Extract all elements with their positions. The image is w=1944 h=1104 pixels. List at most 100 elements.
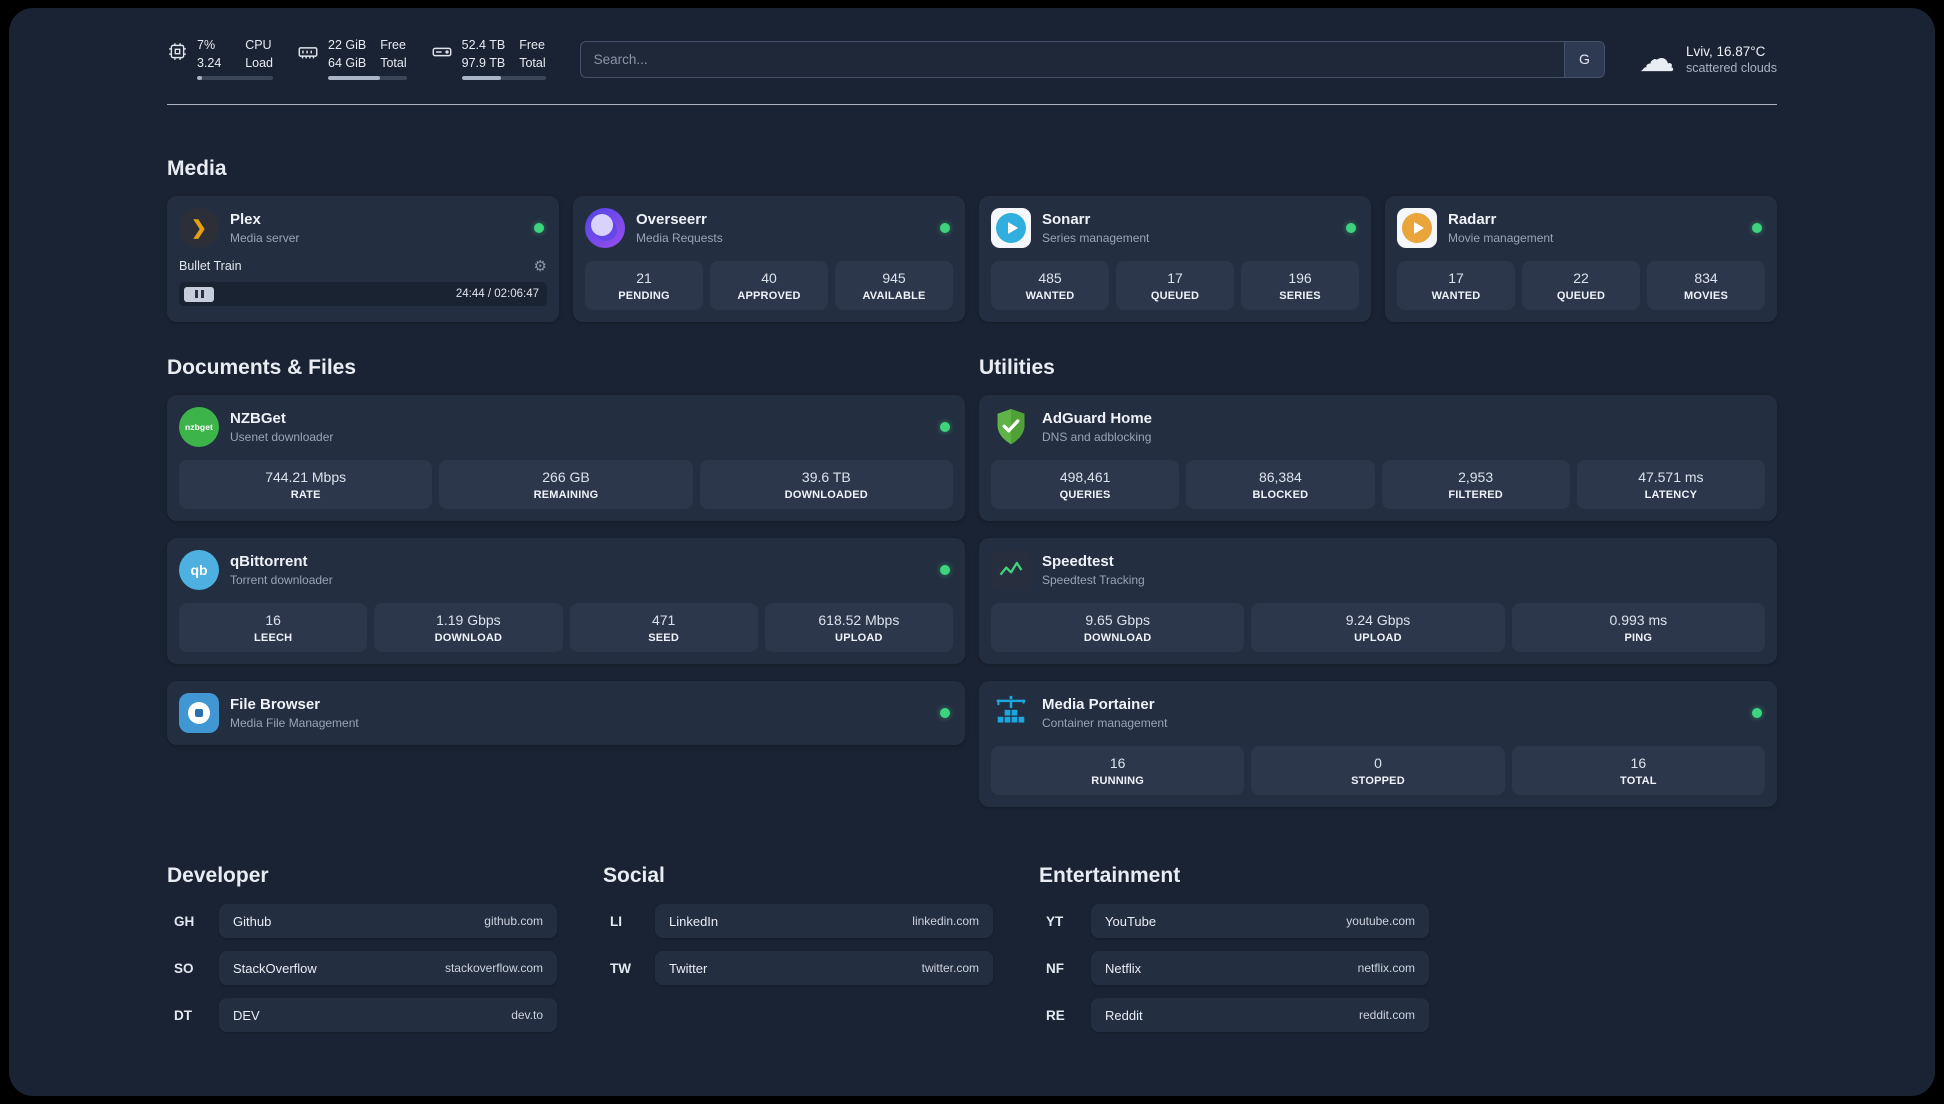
bookmark-domain: reddit.com [1358,1008,1415,1023]
stat-label: UPLOAD [835,632,883,645]
media-card-row: ❯ Plex Media server Bullet Train ⚙ 24:44… [167,196,1777,323]
disk-monitor: 52.4 TB 97.9 TB Free Total [431,38,546,81]
disk-total-label: Total [519,55,546,70]
filebrowser-icon [179,693,219,734]
status-dot [534,223,544,234]
section-title-media: Media [167,157,227,181]
service-card-speedtest[interactable]: Speedtest Speedtest Tracking 9.65 Gbps D… [979,538,1777,665]
service-card-overseerr[interactable]: Overseerr Media Requests 21 PENDING 40 A… [573,196,965,323]
bookmark-link-linkedin[interactable]: LinkedIn linkedin.com [655,904,993,939]
stat-tile: 16 RUNNING [991,746,1245,796]
stat-label: LATENCY [1644,489,1698,502]
stat-label: WANTED [1431,290,1481,303]
stat-value: 16 [1109,755,1126,772]
app-name: AdGuard Home [1042,410,1153,428]
bookmark-link-stackoverflow[interactable]: StackOverflow stackoverflow.com [219,951,557,986]
search-input[interactable] [580,41,1564,77]
seek-bar[interactable]: 24:44 / 02:06:47 [179,282,547,307]
stat-tile: 471 SEED [569,603,758,653]
bookmark-link-youtube[interactable]: YouTube youtube.com [1091,904,1429,939]
stat-value: 498,461 [1059,469,1111,486]
stat-label: MOVIES [1684,290,1728,303]
bookmark-domain: youtube.com [1346,914,1415,929]
app-name: Overseerr [636,211,707,229]
bookmark-domain: linkedin.com [912,914,979,929]
portainer-crane-icon [991,693,1031,733]
adguard-shield-icon [991,407,1031,447]
bookmark-domain: github.com [484,914,543,929]
stat-value: 16 [265,612,281,629]
service-card-radarr[interactable]: Radarr Movie management 17 WANTED 22 QUE… [1385,196,1777,323]
stat-value: 0.993 ms [1609,612,1668,629]
nzbget-logo-text: nzbget [185,422,213,433]
search-engine-button[interactable]: G [1563,41,1604,77]
bookmark-link-twitter[interactable]: Twitter twitter.com [655,951,993,986]
bookmark-row: DT DEV dev.to [167,998,557,1033]
stat-tile: 9.65 Gbps DOWNLOAD [991,603,1245,653]
bookmark-abbr: SO [174,960,194,976]
bookmark-link-netflix[interactable]: Netflix netflix.com [1091,951,1429,986]
service-card-adguard[interactable]: AdGuard Home DNS and adblocking 498,461 … [979,395,1777,522]
service-card-plex[interactable]: ❯ Plex Media server Bullet Train ⚙ 24:44… [167,196,559,323]
stat-label: SEED [648,632,679,645]
stat-tile: 485 WANTED [991,261,1109,311]
service-card-sonarr[interactable]: Sonarr Series management 485 WANTED 17 Q… [979,196,1371,323]
stat-tile: 17 QUEUED [1116,261,1234,311]
ram-icon [297,38,319,80]
bookmark-link-reddit[interactable]: Reddit reddit.com [1091,998,1429,1033]
ram-total-value: 64 GiB [328,55,367,70]
ram-free-value: 22 GiB [328,38,367,52]
stat-label: STOPPED [1351,775,1405,788]
stat-label: RUNNING [1091,775,1145,788]
cpu-label: CPU [245,38,272,52]
service-card-nzbget[interactable]: nzbget NZBGet Usenet downloader 744.21 M… [167,395,965,522]
stat-value: 47.571 ms [1638,469,1704,486]
bookmark-link-github[interactable]: Github github.com [219,904,557,939]
bookmark-name: Netflix [1105,960,1142,976]
service-card-qbittorrent[interactable]: qb qBittorrent Torrent downloader 16 LEE… [167,538,965,665]
nzbget-icon: nzbget [179,407,219,448]
stat-label: DOWNLOADED [784,489,868,502]
gear-icon[interactable]: ⚙ [534,257,547,275]
bookmark-row: RE Reddit reddit.com [1039,998,1429,1033]
stat-value: 2,953 [1458,469,1494,486]
stat-label: DOWNLOAD [434,632,503,645]
bookmark-link-dev[interactable]: DEV dev.to [219,998,557,1033]
disk-free-value: 52.4 TB [461,38,506,52]
app-subtitle: Torrent downloader [230,573,333,588]
speedtest-icon [991,550,1031,591]
bookmark-name: Github [233,913,272,929]
stat-label: QUEUED [1556,290,1606,303]
pause-button[interactable] [184,286,214,302]
bookmark-row: TW Twitter twitter.com [603,951,993,986]
cpu-progress-bar [197,76,273,81]
bookmark-row: NF Netflix netflix.com [1039,951,1429,986]
status-dot [940,223,950,234]
stat-label: DOWNLOAD [1083,632,1152,645]
bookmark-group-title: Entertainment [1039,864,1181,888]
qbittorrent-icon: qb [179,550,219,591]
service-card-portainer[interactable]: Media Portainer Container management 16 … [979,681,1777,808]
stat-label: TOTAL [1619,775,1657,788]
bookmark-name: DEV [233,1007,260,1023]
sonarr-icon [991,208,1031,249]
service-card-filebrowser[interactable]: File Browser Media File Management [167,681,965,746]
app-name: Sonarr [1042,211,1091,229]
stat-tile: 1.19 Gbps DOWNLOAD [374,603,563,653]
player-time: 24:44 / 02:06:47 [455,288,539,301]
stat-tile: 86,384 BLOCKED [1186,460,1375,510]
stat-tile: 17 WANTED [1397,261,1515,311]
stat-value: 9.24 Gbps [1345,612,1411,629]
app-subtitle: Usenet downloader [230,430,334,445]
stat-value: 21 [636,270,652,287]
stat-value: 834 [1694,270,1718,287]
plex-chevron-glyph: ❯ [191,217,207,239]
bookmarks-area: Developer GH Github github.com SO StackO… [167,864,1429,1045]
bookmark-group-title: Developer [167,864,269,888]
bookmark-name: StackOverflow [233,960,317,976]
bookmark-group-social: Social LI LinkedIn linkedin.com TW Twitt… [603,864,993,1045]
bookmark-group-entertainment: Entertainment YT YouTube youtube.com NF … [1039,864,1429,1045]
stat-tile: 16 TOTAL [1511,746,1765,796]
ram-total-label: Total [380,55,407,70]
disk-free-label: Free [519,38,545,52]
